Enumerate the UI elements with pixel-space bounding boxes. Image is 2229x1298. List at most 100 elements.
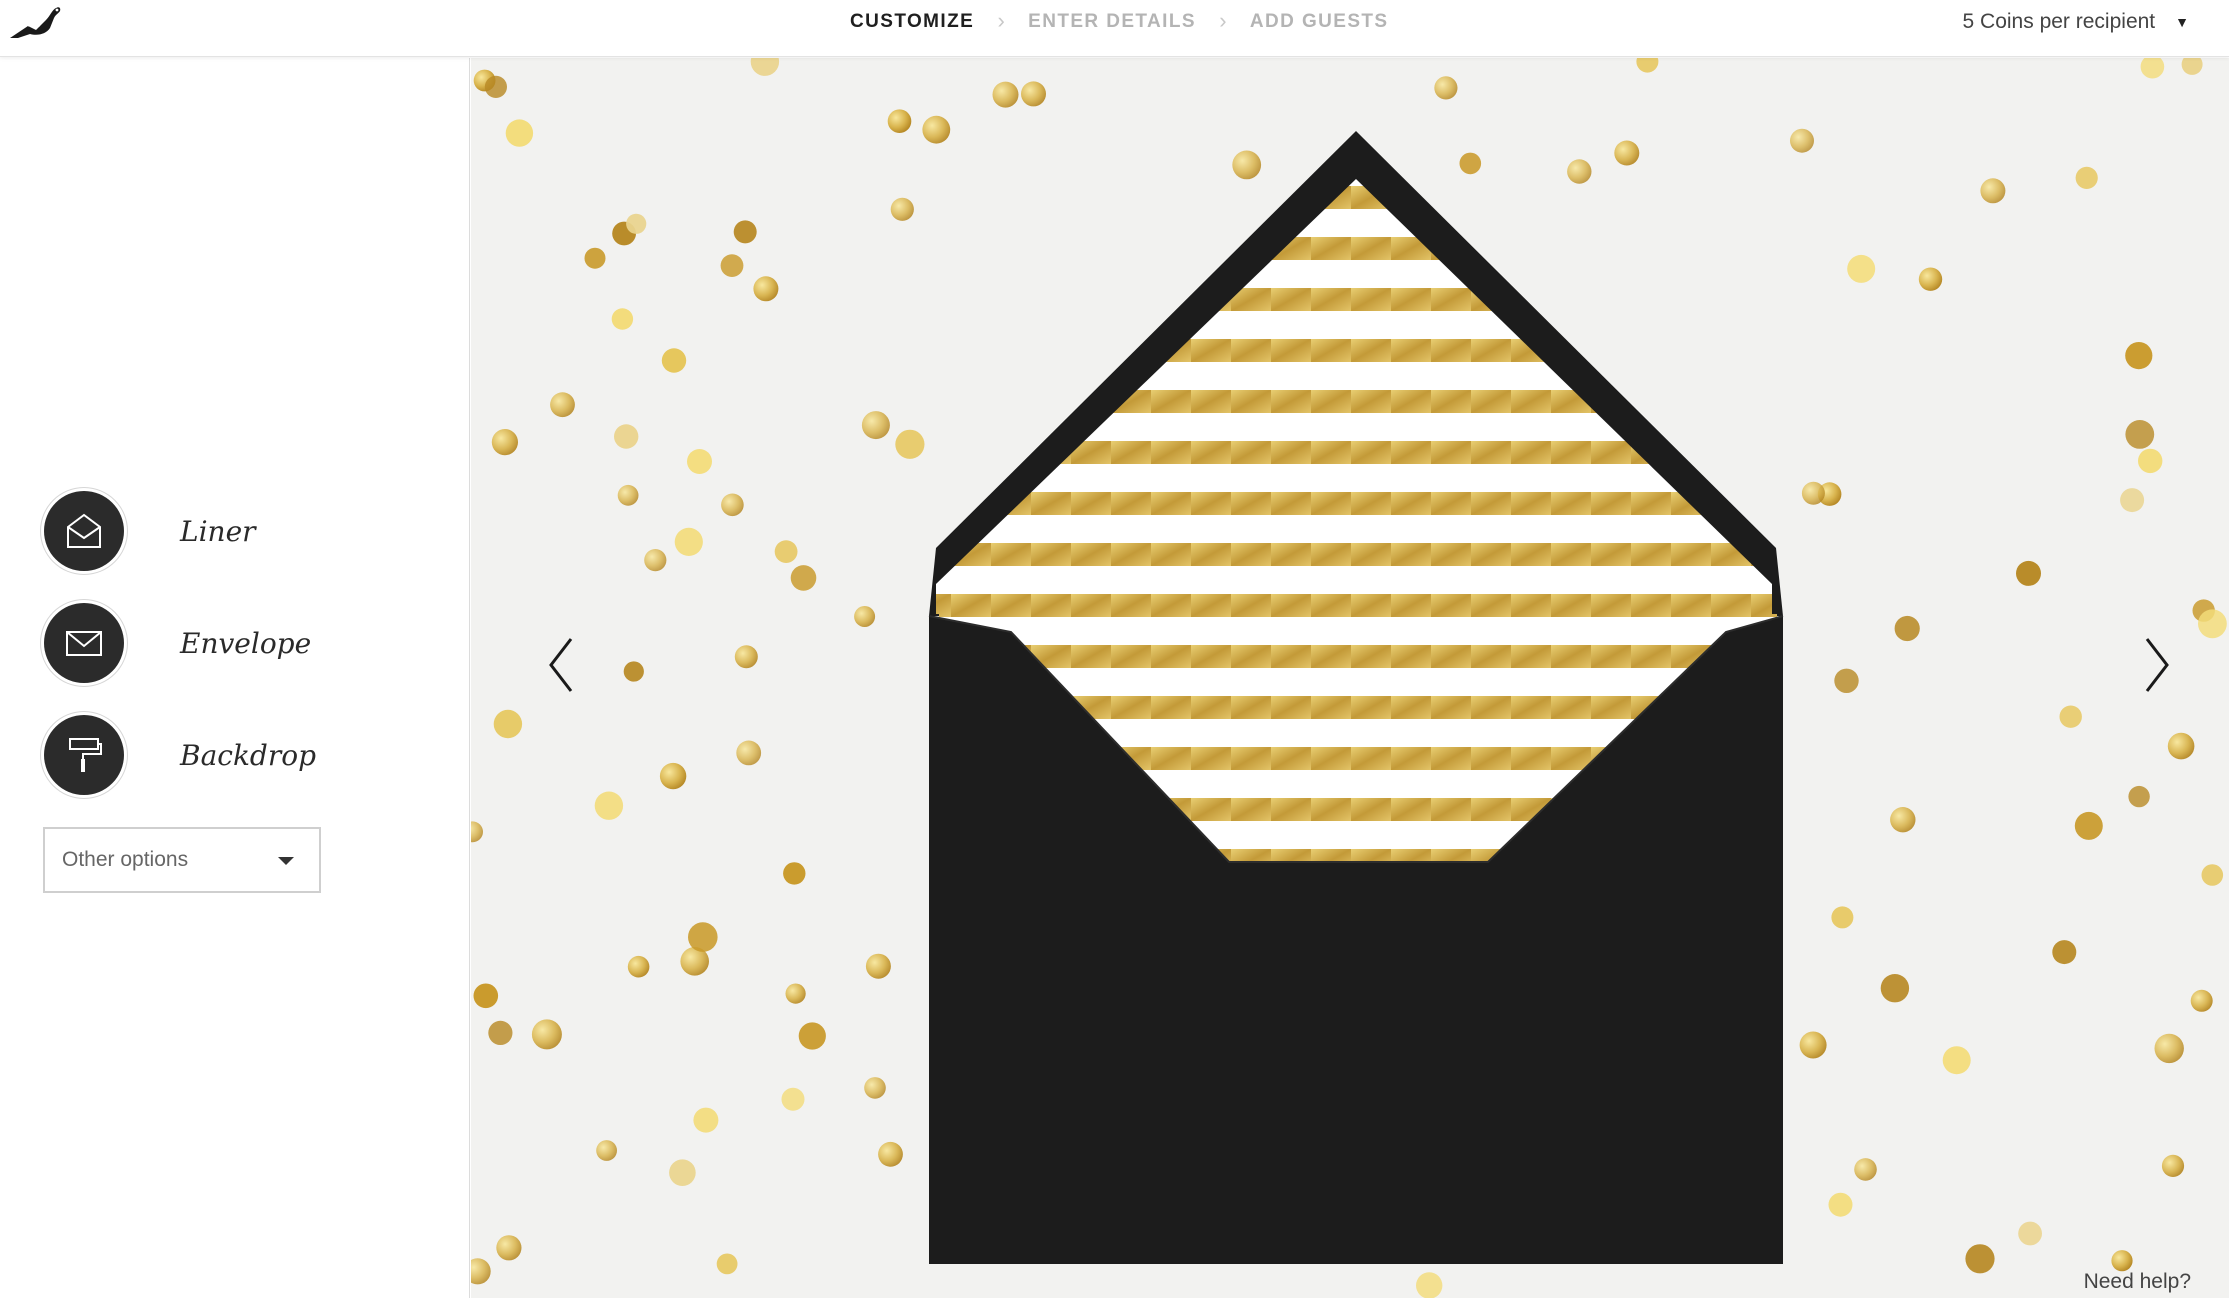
confetti-dot [887,109,912,133]
confetti-dot [669,1159,696,1186]
envelope-open-icon [67,513,101,548]
liner-option[interactable]: Liner [44,491,256,571]
confetti-dot [1894,615,1920,642]
confetti-dot [798,1022,826,1050]
confetti-dot [584,247,606,269]
confetti-dot [473,983,499,1009]
confetti-dot [550,392,575,418]
confetti-dot [688,922,718,952]
confetti-dot [878,1141,903,1167]
step-separator: › [997,8,1005,33]
option-circle[interactable] [44,491,124,571]
confetti-dot [627,955,650,978]
confetti-dot [720,254,744,277]
confetti-dot [2140,58,2165,79]
confetti-dot [890,197,914,221]
confetti-dot [611,308,634,330]
coins-dropdown[interactable]: 5 Coins per recipient ▼ [1963,10,2189,34]
confetti-dot [2111,1250,2133,1272]
paint-roller-icon [69,738,102,772]
envelope-preview [471,58,2227,1298]
confetti-dot [659,762,687,790]
confetti-dot [781,1087,805,1111]
confetti-dot [2016,560,2041,586]
confetti-dot [2018,1221,2042,1246]
confetti-dot [1567,159,1592,184]
confetti-dot [721,493,744,517]
envelope [928,131,1784,1264]
step-enter-details[interactable]: ENTER DETAILS [1028,11,1196,33]
chevron-left-icon[interactable] [543,635,579,695]
confetti-dot [1942,1046,1971,1075]
confetti-dot [1890,807,1916,833]
other-options-select[interactable]: Other options [43,827,321,893]
confetti-dot [1232,150,1262,180]
backdrop-option[interactable]: Backdrop [44,715,316,795]
confetti-dot [661,348,687,373]
confetti-dot [2190,989,2213,1012]
liner-label[interactable]: Liner [180,515,256,548]
confetti-dot [1847,254,1876,283]
confetti-dot [865,953,891,979]
confetti-dot [693,1107,719,1133]
confetti-dot [674,527,703,556]
caret-down-icon[interactable]: ▼ [2175,14,2189,30]
confetti-dot [2125,342,2153,370]
confetti-dot [1834,668,1859,693]
confetti-dot [1965,1244,1995,1274]
confetti-dot [2074,811,2103,840]
bird-logo[interactable] [6,2,62,42]
confetti-dot [2198,609,2227,639]
confetti-dot [496,1235,522,1261]
step-breadcrumb: CUSTOMIZE › ENTER DETAILS › ADD GUESTS [850,8,1389,34]
step-separator: › [1219,8,1227,33]
confetti-dot [785,983,806,1004]
confetti-dot [734,645,758,669]
confetti-dot [2120,488,2145,513]
confetti-dot [753,276,779,302]
caret-down-icon [278,857,294,865]
confetti-dot [895,429,925,459]
option-circle[interactable] [44,715,124,795]
confetti-dot [922,115,951,144]
envelope-label[interactable]: Envelope [180,627,311,660]
confetti-dot [1918,267,1943,291]
confetti-dot [2167,732,2195,760]
preview-stage: Need help? [471,58,2229,1298]
confetti-dot [617,484,639,506]
confetti-dot [488,1020,513,1045]
confetti-dot [2181,58,2203,75]
coins-label: 5 Coins per recipient [1962,10,2156,33]
confetti-dot [626,213,647,234]
option-circle[interactable] [44,603,124,683]
step-customize[interactable]: CUSTOMIZE [850,11,974,33]
confetti-dot [1434,76,1458,100]
confetti-dot [736,740,762,766]
confetti-dot [1801,481,1825,505]
confetti-dot [623,661,644,682]
confetti-dot [2125,420,2155,449]
need-help-link[interactable]: Need help? [2084,1270,2191,1294]
confetti-dot [1880,974,1910,1003]
confetti-dot [1799,1031,1827,1059]
backdrop-label[interactable]: Backdrop [180,739,316,772]
envelope-option[interactable]: Envelope [44,603,311,683]
confetti-dot [471,1258,491,1285]
confetti-dot [484,75,507,98]
confetti-dot [1459,152,1482,175]
confetti-dot [861,411,890,440]
confetti-dot [491,429,518,456]
confetti-dot [1021,81,1046,107]
confetti-dot [992,81,1019,108]
confetti-dot [733,220,757,244]
confetti-dot [493,709,523,739]
confetti-dot [1831,906,1854,929]
confetti-dot [1636,58,1659,73]
step-add-guests[interactable]: ADD GUESTS [1250,11,1389,33]
confetti-dot [783,862,806,885]
confetti-dot [471,821,483,843]
confetti-dot [2154,1033,2184,1064]
customize-sidebar: Liner Envelope Backdrop Other options [0,58,470,1298]
confetti-dot [596,1140,617,1161]
chevron-right-icon[interactable] [2139,635,2175,695]
